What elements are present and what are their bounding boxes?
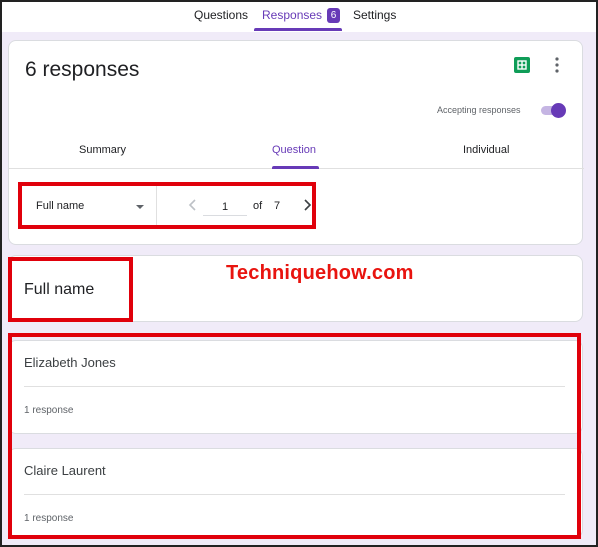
question-dropdown[interactable]: Full name — [23, 185, 157, 227]
page-title: 6 responses — [25, 58, 140, 81]
responses-count-badge: 6 — [327, 8, 341, 23]
question-selector-row: Full name 1 of 7 — [23, 185, 315, 227]
chevron-right-icon[interactable] — [301, 197, 313, 213]
answer-divider — [24, 494, 565, 495]
answer-text: Claire Laurent — [24, 463, 106, 478]
question-dropdown-value: Full name — [36, 200, 85, 212]
responses-card: 6 responses Accepting responses Summary … — [8, 40, 584, 245]
page-number-input[interactable]: 1 — [203, 198, 247, 216]
page-total: 7 — [274, 200, 281, 212]
tab-summary[interactable]: Summary — [79, 144, 126, 156]
toggle-knob — [551, 103, 566, 118]
answer-divider — [24, 386, 565, 387]
answer-card: Claire Laurent 1 response — [8, 448, 583, 538]
tab-question[interactable]: Question — [272, 144, 316, 156]
response-view-tabs: Summary Question Individual — [9, 136, 584, 169]
tab-settings[interactable]: Settings — [353, 8, 396, 22]
dropdown-arrow-icon — [136, 205, 144, 209]
page-of-label: of — [253, 200, 263, 212]
top-nav: Questions Responses 6 Settings — [0, 0, 598, 32]
tab-individual[interactable]: Individual — [463, 144, 509, 156]
watermark-text: Techniquehow.com — [226, 262, 414, 284]
active-subtab-indicator — [272, 166, 319, 169]
answer-count: 1 response — [24, 405, 74, 416]
more-vert-icon[interactable] — [552, 55, 562, 75]
tab-responses[interactable]: Responses 6 — [262, 8, 341, 23]
chevron-left-icon[interactable] — [187, 197, 199, 213]
accepting-responses-toggle[interactable] — [541, 103, 567, 118]
tab-questions[interactable]: Questions — [194, 8, 248, 22]
accepting-responses-label: Accepting responses — [437, 105, 521, 115]
answer-count: 1 response — [24, 513, 74, 524]
answer-card: Elizabeth Jones 1 response — [8, 340, 583, 434]
active-tab-indicator — [254, 28, 342, 31]
answer-text: Elizabeth Jones — [24, 355, 116, 370]
tab-responses-label: Responses — [262, 8, 323, 22]
question-pager: 1 of 7 — [173, 185, 313, 227]
question-title: Full name — [24, 281, 95, 298]
sheets-icon[interactable] — [514, 57, 530, 73]
